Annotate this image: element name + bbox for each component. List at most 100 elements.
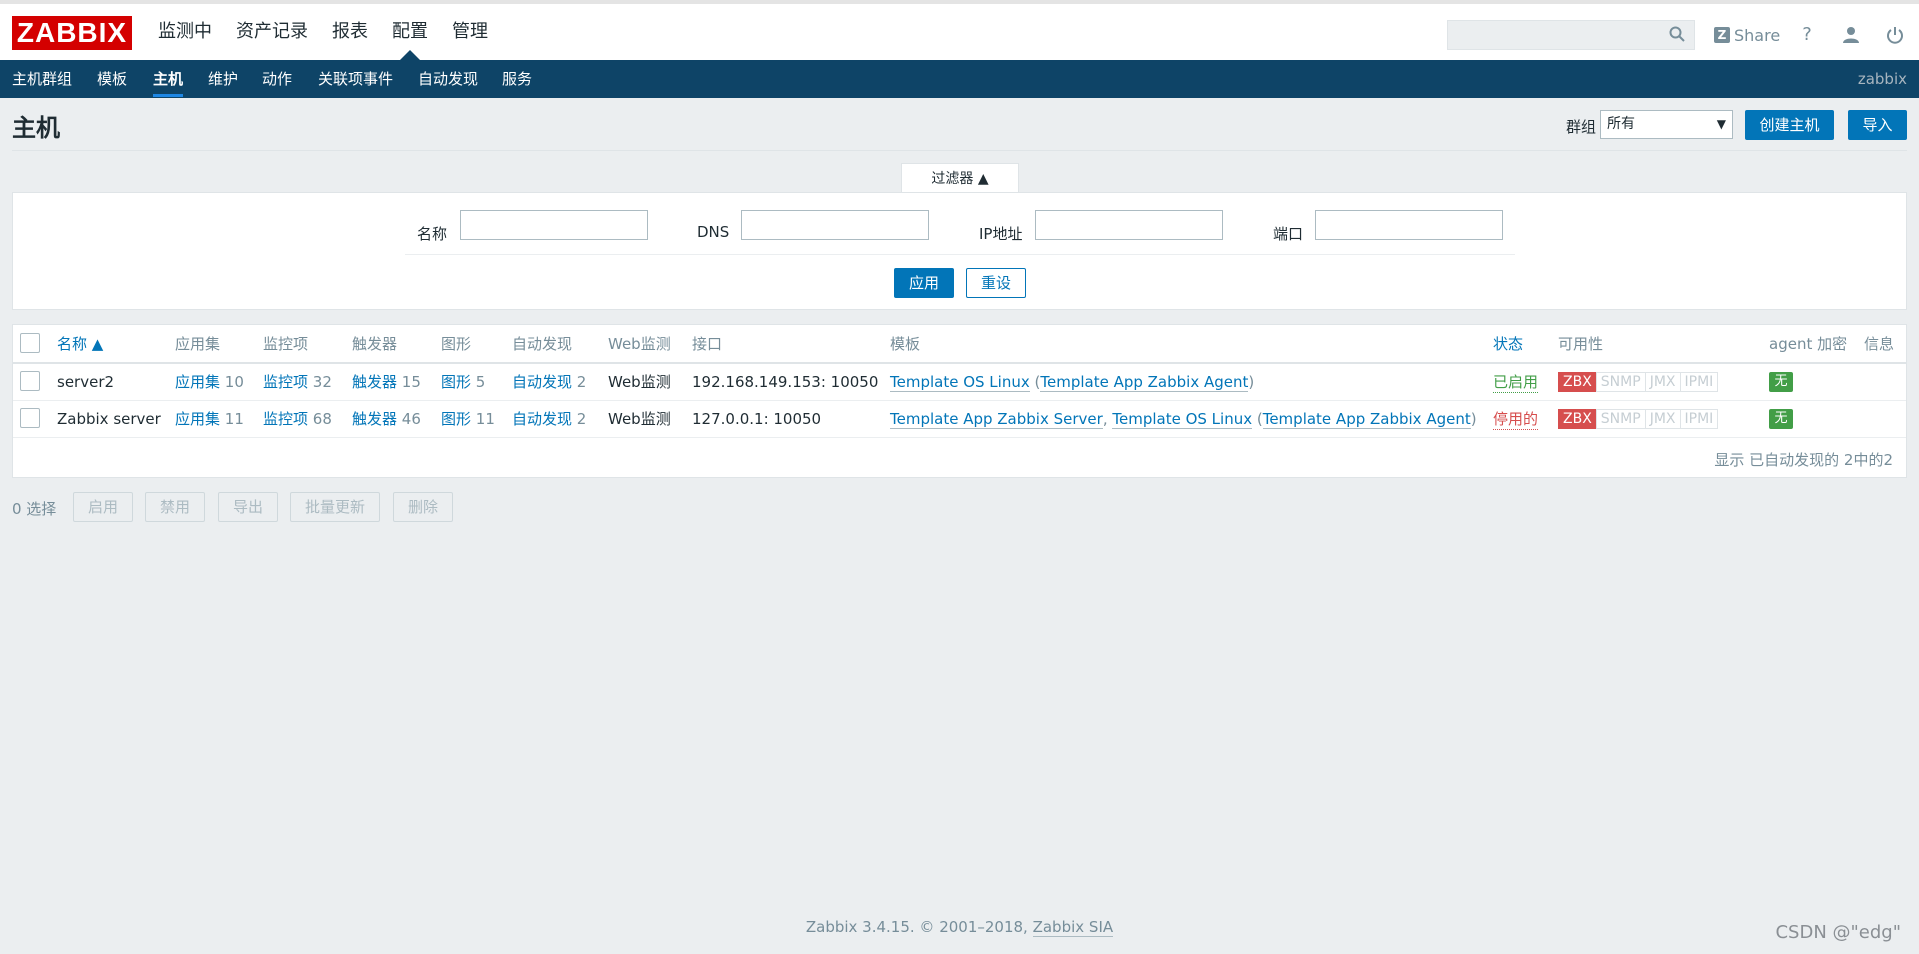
col-discovery: 自动发现 [512, 335, 573, 353]
delete-button[interactable]: 删除 [393, 492, 453, 522]
template-paren: ) [1470, 410, 1477, 428]
table-cell: 自动发现 2 [512, 409, 586, 429]
group-select[interactable]: 所有 ▼ [1600, 110, 1733, 139]
row-checkbox[interactable] [20, 408, 40, 428]
sub-navigation: 主机群组 模板 主机 维护 动作 关联项事件 自动发现 服务 zabbix [0, 60, 1919, 98]
filter-name-input[interactable] [460, 210, 648, 240]
zabbix-sia-link[interactable]: Zabbix SIA [1032, 918, 1114, 937]
select-all-checkbox[interactable] [20, 333, 40, 353]
snmp-badge: SNMP [1595, 372, 1646, 392]
web-link[interactable]: Web监测 [608, 372, 671, 392]
col-web: Web监测 [608, 335, 671, 353]
table-cell: 触发器 46 [352, 409, 421, 429]
table-row: 应用集 11 [175, 409, 244, 429]
items-link[interactable]: 监控项 [263, 373, 308, 391]
apply-button[interactable]: 应用 [894, 268, 954, 298]
footer-text: Zabbix 3.4.15. © 2001–2018, [805, 918, 1033, 936]
table-cell: 自动发现 2 [512, 372, 586, 392]
selected-count: 0 选择 [12, 500, 57, 518]
triggers-count: 15 [401, 373, 421, 391]
user-icon[interactable] [1840, 24, 1862, 46]
host-name-link[interactable]: Zabbix server [57, 409, 161, 429]
template-link[interactable]: Template OS Linux [1112, 410, 1253, 429]
graphs-count: 5 [475, 373, 486, 391]
subnav-templates[interactable]: 模板 [97, 60, 127, 98]
enable-button[interactable]: 启用 [73, 492, 133, 522]
server-name: zabbix [1857, 70, 1907, 88]
subnav-actions[interactable]: 动作 [262, 60, 292, 98]
templates-cell: Template App Zabbix Server, Template OS … [890, 409, 1477, 429]
reset-button[interactable]: 重设 [966, 268, 1026, 298]
mass-update-button[interactable]: 批量更新 [290, 492, 380, 522]
discovery-link[interactable]: 自动发现 [512, 410, 572, 428]
host-name-link[interactable]: server2 [57, 372, 114, 392]
page-title: 主机 [12, 114, 60, 142]
filter-ip-input[interactable] [1035, 210, 1223, 240]
items-link[interactable]: 监控项 [263, 410, 308, 428]
csdn-watermark: CSDN @"edg" [1775, 922, 1901, 943]
row-checkbox[interactable] [20, 371, 40, 391]
export-button[interactable]: 导出 [218, 492, 278, 522]
col-status[interactable]: 状态 [1493, 334, 1523, 354]
global-search-input[interactable] [1447, 20, 1695, 50]
discovery-count: 2 [576, 373, 587, 391]
group-select-value: 所有 [1607, 116, 1635, 132]
subnav-correlation[interactable]: 关联项事件 [318, 60, 393, 98]
filter-panel [12, 192, 1907, 310]
subnav-discovery[interactable]: 自动发现 [418, 60, 478, 98]
footer: Zabbix 3.4.15. © 2001–2018, Zabbix SIA [0, 918, 1919, 937]
graphs-link[interactable]: 图形 [441, 373, 471, 391]
discovery-link[interactable]: 自动发现 [512, 373, 572, 391]
template-link[interactable]: Template App Zabbix Server [890, 410, 1103, 429]
create-host-button[interactable]: 创建主机 [1745, 110, 1834, 140]
template-paren: ( [1252, 410, 1263, 428]
top-header: ZABBIX 监测中 资产记录 报表 配置 管理 Z Share ? [0, 0, 1919, 60]
subnav-hosts[interactable]: 主机 [153, 60, 184, 98]
availability-badges: ZBX SNMP JMX IPMI [1558, 372, 1719, 392]
subnav-maintenance[interactable]: 维护 [208, 60, 238, 98]
power-icon[interactable] [1884, 24, 1906, 46]
col-name[interactable]: 名称 ▲ [57, 334, 103, 354]
status-toggle[interactable]: 已启用 [1493, 372, 1539, 393]
filter-name-label: 名称 [417, 225, 448, 243]
col-graphs: 图形 [441, 335, 472, 353]
col-interface: 接口 [692, 335, 723, 353]
triggers-link[interactable]: 触发器 [352, 373, 397, 391]
menu-reports[interactable]: 报表 [320, 4, 380, 60]
zabbix-logo[interactable]: ZABBIX [12, 16, 132, 50]
table-row: 应用集 10 [175, 372, 244, 392]
import-button[interactable]: 导入 [1848, 110, 1907, 140]
table-cell: 监控项 32 [263, 372, 332, 392]
subnav-services[interactable]: 服务 [502, 60, 532, 98]
applications-link[interactable]: 应用集 [175, 410, 220, 428]
template-link[interactable]: Template App Zabbix Agent [1262, 410, 1471, 429]
share-button[interactable]: Z Share [1714, 22, 1780, 48]
menu-administration[interactable]: 管理 [440, 4, 500, 60]
subnav-host-groups[interactable]: 主机群组 [12, 60, 72, 98]
applications-link[interactable]: 应用集 [175, 373, 220, 391]
availability-badges: ZBX SNMP JMX IPMI [1558, 409, 1719, 429]
graphs-link[interactable]: 图形 [441, 410, 471, 428]
menu-monitoring[interactable]: 监测中 [146, 4, 224, 60]
filter-dns-input[interactable] [741, 210, 929, 240]
filter-port-input[interactable] [1315, 210, 1503, 240]
template-link[interactable]: Template OS Linux [890, 373, 1030, 392]
col-info: 信息 [1864, 335, 1895, 353]
col-templates: 模板 [890, 335, 921, 353]
filter-dns-label: DNS [697, 223, 730, 241]
help-icon[interactable]: ? [1796, 24, 1818, 46]
template-paren: ( [1029, 373, 1041, 391]
disable-button[interactable]: 禁用 [145, 492, 205, 522]
search-icon[interactable] [1668, 25, 1686, 43]
col-triggers: 触发器 [352, 335, 398, 353]
menu-configuration[interactable]: 配置 [380, 4, 440, 60]
status-toggle[interactable]: 停用的 [1493, 409, 1539, 430]
menu-inventory[interactable]: 资产记录 [224, 4, 320, 60]
title-divider [12, 150, 1907, 151]
interface-value: 127.0.0.1: 10050 [692, 410, 822, 428]
filter-toggle-tab[interactable]: 过滤器 ▲ [901, 163, 1019, 193]
web-link[interactable]: Web监测 [608, 409, 671, 429]
table-header-divider [13, 362, 1906, 364]
triggers-link[interactable]: 触发器 [352, 410, 397, 428]
template-link[interactable]: Template App Zabbix Agent [1040, 373, 1249, 392]
